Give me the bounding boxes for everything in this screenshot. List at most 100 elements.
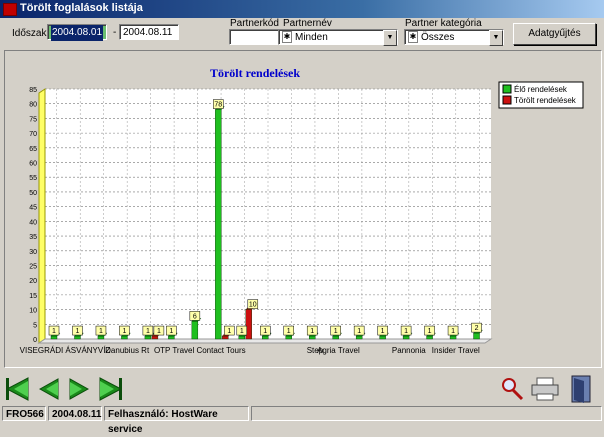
bar-active — [449, 335, 457, 340]
data-label: 1 — [157, 328, 161, 335]
bar-active — [426, 335, 433, 340]
exit-door-icon[interactable] — [571, 375, 591, 403]
data-label: 1 — [146, 328, 150, 335]
partner-code-field[interactable] — [229, 29, 279, 45]
x-tick-label: Insider Travel — [432, 346, 480, 355]
y-tick-label: 50 — [29, 190, 37, 197]
y-tick-label: 5 — [33, 322, 37, 329]
partner-name-label: Partnernév — [283, 18, 332, 29]
bar-chart: 0 5 10 15 20 25 30 35 40 45 50 55 60 65 70 75 80 85 VISEGR… — [20, 66, 584, 355]
y-tick-label: 65 — [29, 146, 37, 153]
axis-wall — [38, 88, 46, 344]
bar-active — [332, 335, 339, 340]
chart-title: Törölt rendelések — [210, 66, 300, 80]
y-tick-label: 15 — [29, 293, 37, 300]
data-label: 6 — [193, 313, 197, 320]
bar-active — [74, 335, 81, 340]
bar-deleted — [151, 335, 159, 340]
partner-name-select[interactable]: ✱ Minden ▼ — [278, 29, 398, 46]
bar-active — [144, 335, 152, 340]
date-from-field[interactable]: 2004.08.01 — [47, 24, 107, 41]
y-tick-label: 10 — [29, 308, 37, 315]
bar-active — [355, 335, 363, 340]
title-bar: Törölt foglalások listája — [0, 0, 604, 18]
data-label: 78 — [214, 102, 222, 109]
magnifier-icon[interactable] — [502, 378, 524, 401]
y-tick-label: 0 — [33, 337, 37, 344]
first-record-icon[interactable] — [5, 377, 29, 401]
partner-category-select[interactable]: ✱ Összes ▼ — [404, 29, 504, 46]
x-tick-label: Contact Tours — [196, 346, 245, 355]
bar-active — [215, 109, 222, 340]
bar-active — [285, 335, 292, 340]
data-label: 1 — [357, 328, 361, 335]
data-label: 1 — [404, 328, 408, 335]
y-tick-label: 70 — [29, 131, 37, 138]
date-separator: - — [113, 27, 117, 38]
y-tick-label: 25 — [29, 263, 37, 270]
y-tick-label: 30 — [29, 249, 37, 256]
bar-active — [168, 335, 175, 340]
next-record-icon[interactable] — [69, 378, 90, 400]
asterisk-icon: ✱ — [408, 31, 418, 44]
previous-record-icon[interactable] — [38, 378, 59, 400]
x-tick-label: Danubius Rt — [105, 346, 150, 355]
y-tick-label: 45 — [29, 205, 37, 212]
y-tick-label: 60 — [29, 161, 37, 168]
last-record-icon[interactable] — [99, 377, 123, 401]
date-to-field[interactable]: 2004.08.11 — [119, 24, 179, 40]
data-label: 1 — [52, 328, 56, 335]
chevron-down-icon[interactable]: ▼ — [489, 30, 503, 46]
partner-category-label: Partner kategória — [405, 18, 482, 29]
asterisk-icon: ✱ — [282, 31, 292, 44]
y-tick-label: 80 — [29, 102, 37, 109]
chevron-down-icon[interactable]: ▼ — [383, 30, 397, 46]
x-tick-label: Agria Travel — [317, 346, 360, 355]
printer-icon[interactable] — [531, 377, 559, 401]
bar-active — [238, 335, 245, 340]
data-label: 1 — [122, 328, 126, 335]
x-tick-label: VISEGRÁDI ÁSVÁNYVÍZ — [20, 346, 111, 355]
legend-deleted-label: Törölt rendelések — [514, 96, 577, 105]
status-bar: FRO566 2004.08.11 Felhasználó: HostWare … — [0, 404, 604, 435]
axis-floor — [37, 338, 493, 344]
bar-active — [473, 332, 480, 340]
data-label: 1 — [263, 328, 267, 335]
bar-active — [121, 335, 128, 340]
window-title: Törölt foglalások listája — [20, 2, 143, 14]
data-label: 1 — [287, 328, 291, 335]
data-label: 10 — [249, 302, 257, 309]
data-label: 1 — [310, 328, 314, 335]
data-label: 2 — [475, 325, 479, 332]
data-label: 1 — [99, 328, 103, 335]
app-icon — [3, 3, 17, 16]
data-label: 1 — [240, 328, 244, 335]
bar-active — [97, 335, 105, 340]
partner-code-label: Partnerkód — [230, 18, 279, 29]
bar-active — [309, 335, 316, 340]
period-label: Időszak — [12, 28, 47, 39]
status-code: FRO566 — [2, 406, 46, 421]
legend-active-label: Élő rendelések — [514, 85, 568, 94]
status-empty — [251, 406, 602, 421]
y-tick-label: 55 — [29, 175, 37, 182]
data-label: 1 — [428, 328, 432, 335]
y-tick-label: 85 — [29, 87, 37, 94]
status-user: Felhasználó: HostWare service — [104, 406, 249, 435]
x-tick-label: OTP Travel — [154, 346, 195, 355]
x-tick-label: Pannonia — [392, 346, 426, 355]
bar-active — [50, 335, 58, 340]
bar-active — [191, 321, 199, 340]
legend-swatch-active — [502, 84, 512, 94]
y-tick-label: 75 — [29, 116, 37, 123]
data-label: 1 — [76, 328, 80, 335]
status-date: 2004.08.11 — [48, 406, 102, 421]
legend-swatch-deleted — [502, 95, 512, 105]
data-label: 1 — [334, 328, 338, 335]
bar-active — [262, 335, 269, 340]
data-collect-button[interactable]: Adatgyűjtés — [513, 23, 596, 45]
y-tick-label: 20 — [29, 278, 37, 285]
data-label: 1 — [169, 328, 173, 335]
filter-toolbar: Időszak 2004.08.01 - 2004.08.11 Partnerk… — [0, 18, 604, 48]
bar-active — [379, 335, 386, 340]
